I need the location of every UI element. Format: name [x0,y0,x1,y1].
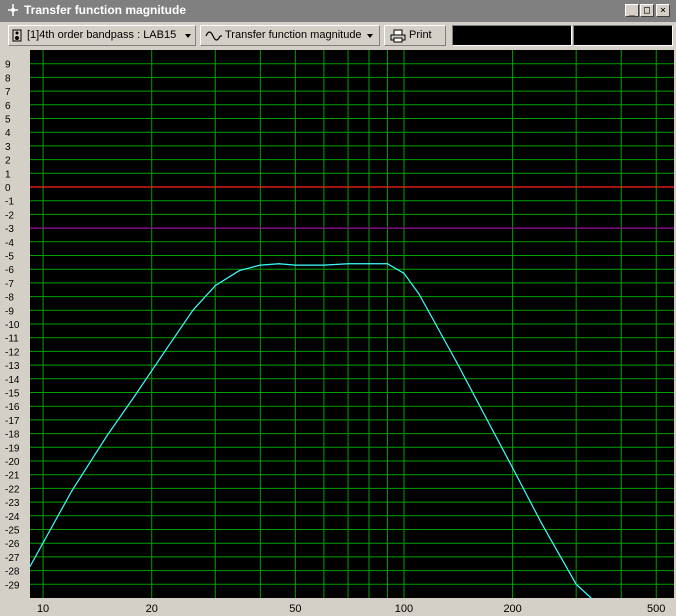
data-point [456,361,458,363]
y-tick-label: -7 [5,279,14,290]
data-point [294,264,296,266]
y-tick-label: -11 [5,334,19,345]
y-tick-label: 0 [5,183,11,194]
y-tick-label: -28 [5,567,20,578]
x-tick-label: 10 [37,603,49,615]
close-button[interactable]: × [656,4,670,17]
y-tick-label: -19 [5,443,20,454]
x-tick-label: 100 [395,603,413,615]
data-point [368,263,370,265]
y-tick-label: -22 [5,484,20,495]
maximize-button[interactable]: □ [640,4,654,17]
data-point [590,597,592,599]
data-point [166,348,168,350]
y-tick-label: -25 [5,526,20,537]
y-tick-label: -10 [5,320,20,331]
y-tick-label: -15 [5,389,20,400]
data-point [575,583,577,585]
data-point [386,263,389,265]
y-tick-label: 8 [5,73,11,84]
y-tick-label: 4 [5,128,11,139]
y-tick-labels: 9 8 7 6 5 4 3 2 1 0 -1 -2 -3 -4 -5 -6 -7 -8 -9 -10 -11 -12 -13… [5,60,20,592]
y-tick-label: -8 [5,293,14,304]
y-tick-label: -29 [5,580,20,591]
data-point [486,419,488,421]
minimize-button[interactable]: _ [625,4,639,17]
x-tick-label: 50 [289,603,301,615]
y-tick-label: -3 [5,224,14,235]
y-tick-label: -6 [5,265,14,276]
y-tick-label: 6 [5,101,11,112]
y-tick-label: -26 [5,539,20,550]
x-tick-labels: 10 20 50 100 200 500 [37,603,665,615]
sine-wave-icon [205,31,222,41]
data-point [214,285,216,287]
x-tick-label: 200 [503,603,521,615]
x-tick-label: 20 [146,603,158,615]
readout-box-left [452,25,572,46]
data-point [238,269,241,272]
y-tick-label: -17 [5,416,20,427]
y-tick-label: 1 [5,169,11,180]
data-point [347,263,349,265]
data-point [540,522,542,524]
project-selector[interactable]: [1]4th order bandpass : LAB15 [8,25,196,46]
data-point [418,293,420,295]
data-point [323,264,325,266]
y-tick-label: -24 [5,512,20,523]
print-label: Print [409,29,432,41]
window-title: Transfer function magnitude [24,3,187,17]
y-tick-label: -27 [5,553,20,564]
chevron-down-icon [185,34,191,38]
data-point [106,435,108,437]
title-bar: Transfer function magnitude _ □ × [0,0,676,23]
data-point [71,490,73,492]
y-tick-label: -21 [5,471,20,482]
y-tick-label: -16 [5,402,20,413]
x-tick-label: 500 [647,603,665,615]
view-selector-label: Transfer function magnitude [225,29,362,41]
data-point [403,272,405,274]
y-tick-label: -23 [5,498,20,509]
readout-box-right [573,25,673,46]
grid [30,50,674,598]
y-tick-label: 5 [5,115,11,126]
y-tick-label: 2 [5,156,11,167]
y-tick-label: -18 [5,430,20,441]
y-tick-label: 7 [5,87,11,98]
data-point [278,263,280,265]
y-tick-label: -20 [5,457,20,468]
y-tick-label: -2 [5,210,14,221]
project-selector-label: [1]4th order bandpass : LAB15 [27,29,177,41]
chevron-down-icon [367,34,373,38]
y-tick-label: -4 [5,238,14,249]
y-tick-label: -1 [5,197,14,208]
y-tick-label: -14 [5,375,20,386]
view-selector[interactable]: Transfer function magnitude [200,25,380,46]
y-tick-label: 9 [5,60,11,71]
speaker-icon [12,29,22,42]
data-point [134,394,136,396]
y-tick-label: -13 [5,361,20,372]
y-tick-label: -5 [5,252,14,263]
toolbar: [1]4th order bandpass : LAB15 Transfer f… [0,22,676,49]
y-tick-label: 3 [5,142,11,153]
data-point [431,317,434,320]
data-point [29,565,31,568]
app-icon [8,4,18,16]
data-point [259,264,261,266]
print-button[interactable]: Print [384,25,446,46]
magnitude-chart: 9876543210-1-2-3-4-5-6-7-8-9-10-11-12-13… [5,50,674,615]
y-tick-label: -9 [5,306,14,317]
data-point [192,309,194,311]
y-tick-label: -12 [5,347,20,358]
printer-icon [390,29,406,43]
data-point [512,467,514,469]
